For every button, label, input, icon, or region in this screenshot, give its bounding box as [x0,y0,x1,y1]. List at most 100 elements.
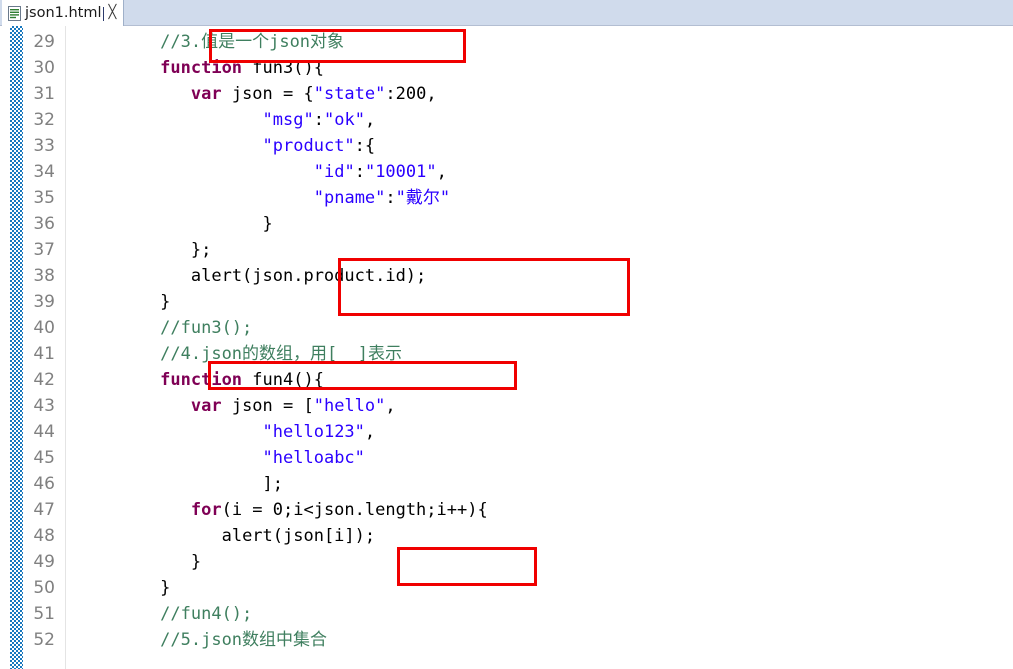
code-line[interactable]: } [160,289,170,315]
code-line[interactable]: alert(json.product.id); [191,263,426,289]
code-token: , [385,396,396,416]
code-token: //fun3(); [160,318,253,338]
code-token: } [262,214,273,234]
html-file-icon [8,5,21,21]
code-line[interactable]: for(i = 0;i<json.length;i++){ [191,497,488,523]
line-number: 46 [33,474,55,494]
code-token: : [385,188,396,208]
code-token: //3.值是一个json对象 [160,32,345,52]
code-token: //fun4(); [160,604,253,624]
code-editor[interactable]: 29 30 31 32 33 34 35 36 37 38 39 40 41 42 43 44 45 46 47 48… [0,26,1013,669]
line-number: 49 [33,552,55,572]
text-cursor [102,7,104,21]
line-number: 44 [33,422,55,442]
code-line[interactable]: var json = ["hello", [191,393,396,419]
code-line[interactable]: //5.json数组中集合 [160,627,327,653]
code-line[interactable]: ]; [263,471,283,497]
code-token: json = [ [221,396,314,416]
code-token: :200, [385,84,437,104]
code-line[interactable]: "hello123", [263,419,376,445]
code-token: //5.json数组中集合 [160,630,328,650]
line-number: 35 [33,188,55,208]
code-line[interactable]: //fun3(); [160,315,252,341]
line-number: 43 [33,396,55,416]
line-number: 40 [33,318,55,338]
code-token: //4.json的数组，用[ ]表示 [160,344,402,364]
code-line[interactable]: var json = {"state":200, [191,81,437,107]
gutter-separator [65,26,66,669]
code-line[interactable]: //4.json的数组，用[ ]表示 [160,341,402,367]
tab-json1-html[interactable]: json1.html ╳ [2,0,125,26]
code-token: "10001" [364,162,437,182]
code-token: ]; [262,474,284,494]
code-token: "msg" [262,110,314,130]
code-token: "hello" [313,396,386,416]
code-line[interactable]: "pname":"戴尔" [314,185,450,211]
line-number: 45 [33,448,55,468]
code-token: fun4(){ [242,370,324,390]
code-line[interactable]: //fun4(); [160,601,252,627]
code-line[interactable]: alert(json[i]); [222,523,376,549]
code-token: :{ [354,136,376,156]
line-number: 33 [33,136,55,156]
line-number-gutter: 29 30 31 32 33 34 35 36 37 38 39 40 41 42 43 44 45 46 47 48… [0,26,58,669]
line-number: 52 [33,630,55,650]
code-token: (i = 0;i<json.length;i++){ [221,500,488,520]
code-line[interactable]: function fun3(){ [160,55,324,81]
code-token: var [190,84,222,104]
code-token: "product" [262,136,355,156]
code-line[interactable]: } [191,549,201,575]
code-line[interactable]: function fun4(){ [160,367,324,393]
code-token: } [190,552,202,572]
code-token: "id" [313,162,355,182]
code-line[interactable]: "helloabc" [263,445,365,471]
line-number: 37 [33,240,55,260]
code-token: "戴尔" [395,188,451,208]
code-line[interactable]: "id":"10001", [314,159,447,185]
code-token: } [160,578,171,598]
code-token: function [160,370,243,390]
code-token: "ok" [323,110,365,130]
line-number: 32 [33,110,55,130]
editor-tab-bar: json1.html ╳ [0,0,1013,26]
code-line[interactable]: "msg":"ok", [263,107,376,133]
code-token: function [160,58,243,78]
line-number: 48 [33,526,55,546]
code-token: "helloabc" [262,448,365,468]
code-content[interactable]: //3.值是一个json对象 function fun3(){var json =… [68,26,1013,669]
code-token: "hello123" [262,422,365,442]
tab-label: json1.html [25,5,102,21]
line-number: 31 [33,84,55,104]
line-number: 42 [33,370,55,390]
code-token: json = { [221,84,314,104]
code-line[interactable]: } [160,575,170,601]
code-token: , [364,110,376,130]
code-token: } [160,292,171,312]
line-number: 34 [33,162,55,182]
line-number: 50 [33,578,55,598]
code-token: for [190,500,222,520]
code-line[interactable]: //3.值是一个json对象 [160,29,344,55]
line-number: 38 [33,266,55,286]
code-token: alert(json.product.id); [190,266,427,286]
code-token: , [364,422,376,442]
code-token: "state" [313,84,386,104]
code-line[interactable]: }; [191,237,211,263]
code-token: : [313,110,324,130]
line-number: 47 [33,500,55,520]
line-number: 30 [33,58,55,78]
code-token: var [190,396,222,416]
line-number: 41 [33,344,55,364]
code-token: "pname" [313,188,386,208]
code-line[interactable]: } [263,211,273,237]
code-token: : [354,162,365,182]
code-token: }; [190,240,212,260]
code-line[interactable]: "product":{ [263,133,376,159]
line-number: 29 [33,32,55,52]
code-token: , [436,162,447,182]
code-token: fun3(){ [242,58,324,78]
line-number: 51 [33,604,55,624]
line-number: 36 [33,214,55,234]
line-number: 39 [33,292,55,312]
close-icon[interactable]: ╳ [109,0,117,26]
